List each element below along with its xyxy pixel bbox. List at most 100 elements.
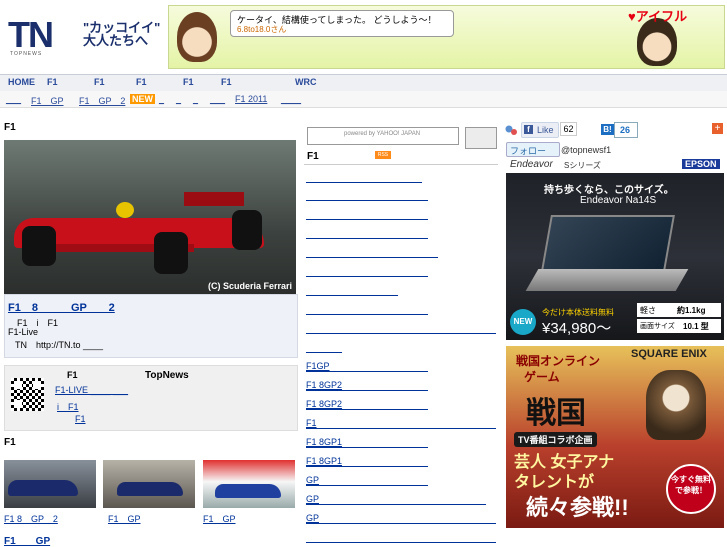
news-link-4[interactable]: [306, 247, 438, 258]
laptop-image: [541, 215, 675, 271]
search-button[interactable]: [465, 127, 497, 149]
epson-new-badge: NEW: [510, 309, 536, 335]
subnav-link-7[interactable]: ___: [210, 94, 225, 104]
thumb-caption-3[interactable]: F1 GP: [203, 512, 236, 525]
qr-line-2[interactable]: i F1: [57, 400, 79, 413]
news-link-9[interactable]: [306, 342, 342, 353]
news-link-3[interactable]: [306, 228, 428, 239]
rss-icon[interactable]: RSS: [375, 151, 391, 159]
section2-title: F1: [4, 437, 16, 448]
thumb3-car: [215, 484, 281, 498]
qr-brand: TopNews: [145, 370, 189, 381]
thumb-caption-2[interactable]: F1 GP: [108, 512, 141, 525]
qr-line-3[interactable]: F1: [75, 414, 86, 424]
news-link-0[interactable]: [306, 172, 422, 183]
thumb2-car: [117, 482, 183, 496]
square-enix-logo: SQUARE ENIX: [631, 348, 707, 360]
nav-item-2[interactable]: F1: [94, 77, 105, 87]
twitter-handle[interactable]: @topnewsf1: [561, 145, 611, 155]
subnav-link-2[interactable]: F1 GP 2: [79, 94, 125, 107]
main-nav: HOME F1 F1 F1 F1 F1 WRC: [0, 74, 727, 92]
bubble-subtext: 6.8to18.0さん: [237, 25, 287, 34]
news-link-19[interactable]: [306, 532, 496, 543]
subnav-link-5[interactable]: _: [176, 94, 181, 104]
twitter-follow-button[interactable]: フォロー: [506, 142, 560, 157]
subnav-link-6[interactable]: _: [193, 94, 198, 104]
news-link-12[interactable]: F1 8GP2: [306, 399, 428, 410]
sq-ad-cta-button: 今すぐ無料で参戦！: [666, 464, 716, 514]
sq-ad-title1: 戦国オンライン: [516, 354, 601, 368]
sq-ad-line3: 続々参戦!!: [526, 495, 629, 520]
hero-headline[interactable]: F1 8 GP 2: [8, 299, 115, 315]
thumb-image-1[interactable]: [4, 460, 96, 508]
hatena-count-box[interactable]: 26: [614, 122, 638, 138]
speech-bubble: ケータイ、結構使ってしまった。 どうしよう～！ 6.8to18.0さん: [230, 10, 454, 37]
character-right-image: [637, 18, 677, 66]
aiful-logo[interactable]: ♥アイフル: [628, 6, 687, 25]
news-link-16[interactable]: GP: [306, 475, 428, 486]
news-link-18[interactable]: GP: [306, 513, 496, 524]
news-link-7[interactable]: [306, 304, 428, 315]
thumb1-car: [8, 480, 78, 496]
hero-line-3[interactable]: TN http://TN.to ____: [15, 338, 103, 351]
hero-line-2: F1-Live: [8, 327, 39, 337]
qr-line-1[interactable]: F1-LIVE ____ ___: [55, 385, 128, 395]
facebook-like-button[interactable]: f Like: [521, 122, 559, 138]
thumb-image-3[interactable]: [203, 460, 295, 508]
nav-item-4[interactable]: F1: [183, 77, 194, 87]
subnav-link-9[interactable]: ____: [281, 94, 301, 104]
epson-spec1-label: 軽さ: [640, 306, 656, 315]
news-link-14[interactable]: F1 8GP1: [306, 437, 428, 448]
epson-ad[interactable]: Endeavor Sシリーズ EPSON 持ち歩くなら、このサイズ。 Endea…: [506, 157, 724, 340]
news-link-8[interactable]: [306, 323, 496, 334]
mobile-qr-box: F1 TopNews F1-LIVE ____ ___ i F1 F1: [4, 365, 298, 431]
site-logo[interactable]: TN TOPNEWS: [8, 17, 70, 58]
news-link-13[interactable]: F1: [306, 418, 496, 429]
laptop-base: [525, 269, 689, 291]
news-link-1[interactable]: [306, 190, 428, 201]
epson-ad-sub: Endeavor Na14S: [580, 195, 657, 206]
plus-share-icon[interactable]: +: [712, 123, 723, 134]
square-enix-ad[interactable]: 戦国オンライン ゲーム SQUARE ENIX 戦国 TV番組コラボ企画 芸人 …: [506, 346, 724, 528]
news-link-10[interactable]: F1GP: [306, 361, 428, 372]
twitter-follow-label: フォロー: [510, 146, 547, 156]
hatena-bookmark-icon[interactable]: B!: [601, 124, 614, 135]
subnav-link-1[interactable]: F1 GP: [31, 94, 64, 107]
hero-image[interactable]: (C) Scuderia Ferrari: [4, 140, 296, 294]
driver-helmet: [116, 202, 134, 218]
epson-spec-row-2: 画面サイズ 10.1 型: [637, 319, 721, 333]
subnav-link-4[interactable]: _: [159, 94, 164, 104]
epson-ad-series: Sシリーズ: [564, 161, 601, 170]
facebook-icon: f: [524, 125, 533, 134]
news-link-2[interactable]: [306, 209, 428, 220]
epson-spec2-label: 画面サイズ: [640, 323, 675, 330]
thumb-image-2[interactable]: [103, 460, 195, 508]
facebook-like-count: 62: [560, 122, 577, 136]
qr-title: F1: [67, 370, 78, 380]
section-title: F1: [4, 122, 16, 133]
subnav-link-f1-2011[interactable]: F1 2011: [235, 94, 267, 104]
nav-item-5[interactable]: F1: [221, 77, 232, 87]
news-link-11[interactable]: F1 8GP2: [306, 380, 428, 391]
news-list-header: F1: [304, 148, 498, 165]
epson-ad-headline: 持ち歩くなら、このサイズ。: [544, 185, 674, 196]
sq-ad-line2: タレントが: [514, 474, 595, 491]
search-input[interactable]: powered by YAHOO! JAPAN: [307, 127, 459, 145]
nav-item-1[interactable]: F1: [47, 77, 58, 87]
news-link-5[interactable]: [306, 266, 428, 277]
nav-item-home[interactable]: HOME: [8, 77, 35, 87]
nav-item-wrc[interactable]: WRC: [295, 77, 317, 87]
subnav-link-0[interactable]: ___: [6, 94, 21, 104]
news-link-6[interactable]: [306, 285, 398, 296]
epson-ad-model: Endeavor: [510, 159, 553, 170]
tagline-line2: 大人たちへ: [83, 33, 149, 48]
share-icon[interactable]: [505, 124, 517, 136]
share-icon-svg: [505, 125, 517, 135]
hatena-count: 26: [620, 125, 631, 135]
news-link-17[interactable]: GP: [306, 494, 486, 505]
sq-ad-collab: TV番組コラボ企画: [514, 432, 597, 447]
nav-item-3[interactable]: F1: [136, 77, 147, 87]
site-tagline: "カッコイイ" 大人たちへ: [83, 21, 163, 47]
news-link-15[interactable]: F1 8GP1: [306, 456, 428, 467]
thumb-caption-1[interactable]: F1 8 GP 2: [4, 512, 58, 525]
